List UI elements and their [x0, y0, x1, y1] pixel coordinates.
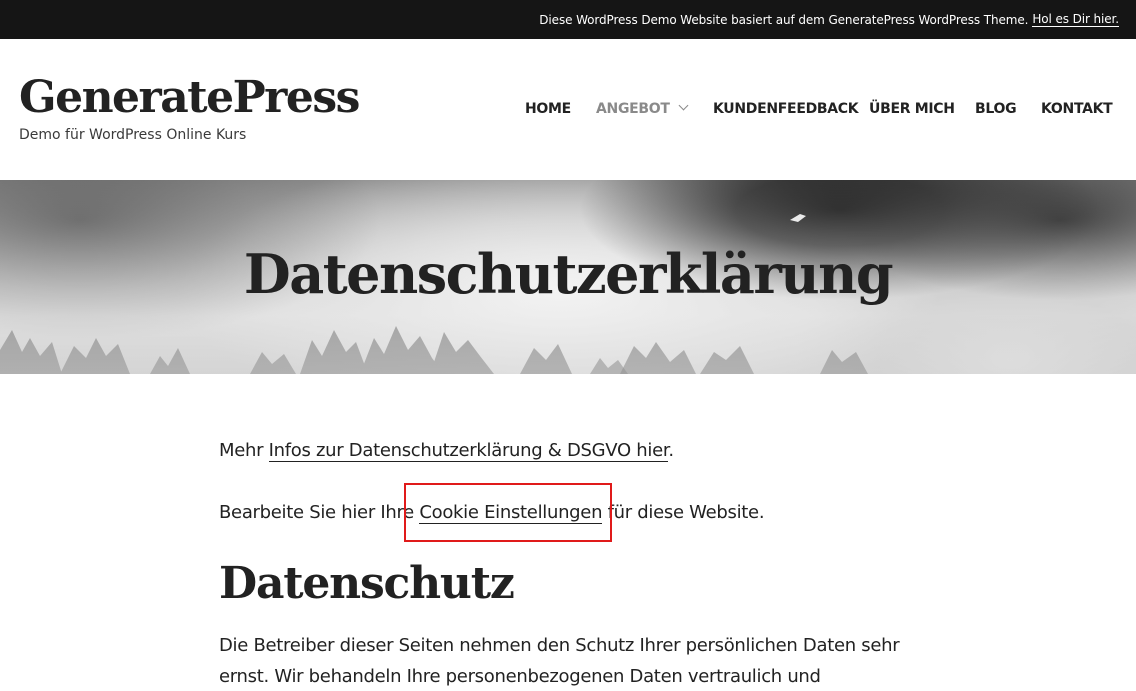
- nav-item-angebot-label: ANGEBOT: [596, 101, 670, 117]
- nav-item-home[interactable]: HOME: [525, 99, 571, 119]
- main-navigation: HOME ANGEBOT KUNDENFEEDBACK ÜBER MICH BL…: [0, 99, 1136, 119]
- datenschutz-info-link[interactable]: Infos zur Datenschutzerklärung & DSGVO h…: [268, 440, 669, 462]
- info-paragraph-suffix: .: [668, 440, 674, 461]
- top-bar: Diese WordPress Demo Website basiert auf…: [0, 0, 1136, 39]
- info-paragraph-prefix: Mehr: [219, 440, 269, 461]
- section-heading: Datenschutz: [219, 558, 515, 609]
- hero-banner: Datenschutzerklärung: [0, 180, 1136, 374]
- nav-item-angebot[interactable]: ANGEBOT: [596, 99, 689, 119]
- cookie-paragraph-prefix: Bearbeite Sie hier Ihre: [219, 502, 420, 523]
- site-description: Demo für WordPress Online Kurs: [19, 127, 247, 143]
- nav-item-blog[interactable]: BLOG: [975, 99, 1017, 119]
- nav-item-ueber-mich[interactable]: ÜBER MICH: [869, 99, 955, 119]
- page-title: Datenschutzerklärung: [243, 242, 894, 306]
- nav-item-kontakt[interactable]: KONTAKT: [1041, 99, 1113, 119]
- cookie-paragraph-suffix: für diese Website.: [602, 502, 765, 523]
- chevron-down-icon: [678, 100, 689, 111]
- site-header: GeneratePress Demo für WordPress Online …: [0, 39, 1136, 180]
- top-bar-text: Diese WordPress Demo Website basiert auf…: [539, 12, 1029, 27]
- highlight-box: [404, 483, 612, 542]
- nav-item-kundenfeedback[interactable]: KUNDENFEEDBACK: [713, 99, 859, 119]
- info-paragraph: Mehr Infos zur Datenschutzerklärung & DS…: [219, 435, 674, 466]
- top-bar-link[interactable]: Hol es Dir hier.: [1032, 12, 1119, 27]
- body-paragraph: Die Betreiber dieser Seiten nehmen den S…: [219, 635, 900, 687]
